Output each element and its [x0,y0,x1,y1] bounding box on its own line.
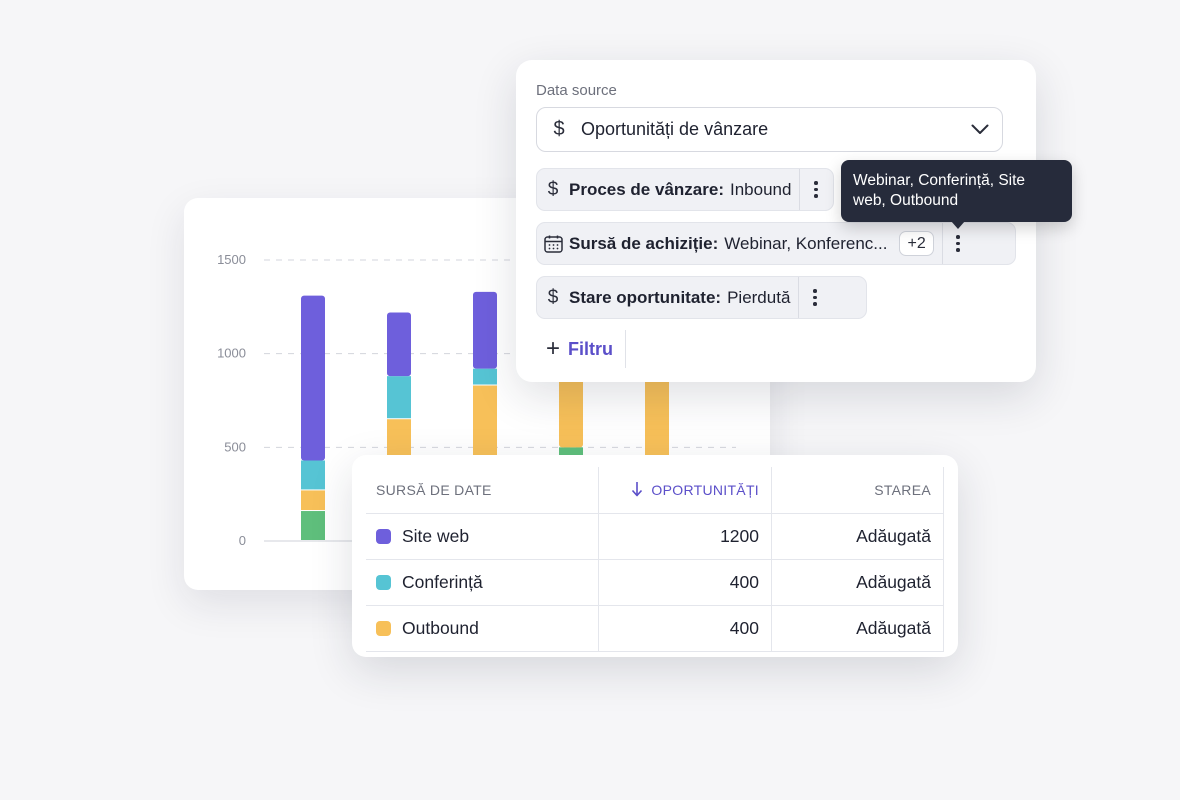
y-tick-label: 500 [224,439,246,454]
add-filter-label: Filtru [568,338,614,359]
filter-field: Proces de vânzare [569,179,719,199]
column-header-opportunities[interactable]: OPORTUNITĂȚI [598,467,771,513]
filter-chip-stare[interactable]: $ Stare oportunitate: Pierdută [536,276,867,319]
bar-segment[interactable] [301,490,325,511]
column-header-status[interactable]: STAREA [771,467,944,513]
series-color-swatch [376,529,391,544]
column-header-opportunities-label: OPORTUNITĂȚI [651,482,759,498]
row-value: 400 [598,606,771,651]
y-tick-label: 1000 [217,346,246,361]
row-source: Site web [402,526,470,546]
data-source-select[interactable]: $ Oportunități de vânzare [536,107,1003,152]
row-status: Adăugată [771,606,944,651]
row-source: Conferință [402,572,483,592]
series-color-swatch [376,575,391,590]
data-source-value: Oportunități de vânzare [581,119,769,139]
filter-field: Sursă de achiziție [569,233,713,253]
filter-values-tooltip: Webinar, Conferință, Site web, Outbound [841,160,1072,229]
table-row[interactable]: Outbound 400 Adăugată [366,606,944,652]
bar-segment[interactable] [387,376,411,419]
data-table: SURSĂ DE DATE OPORTUNITĂȚI STAREA Site w… [352,455,958,657]
row-status: Adăugată [771,514,944,559]
chevron-down-icon [958,124,1002,135]
row-status: Adăugată [771,560,944,605]
bar-segment[interactable] [473,291,497,369]
row-value: 1200 [598,514,771,559]
filter-value: Webinar, Konferenc... [724,233,888,253]
row-source: Outbound [402,618,479,638]
more-options-icon[interactable] [799,169,831,210]
table-header: SURSĂ DE DATE OPORTUNITĂȚI STAREA [366,467,944,514]
filter-chip-proces[interactable]: $ Proces de vânzare: Inbound [536,168,834,211]
filter-chip-sursa[interactable]: Sursă de achiziție: Webinar, Konferenc..… [536,222,1016,265]
series-color-swatch [376,621,391,636]
sort-arrow-down-icon [631,481,643,500]
bar-segment[interactable] [473,368,497,385]
dollar-icon: $ [547,286,559,308]
y-tick-label: 0 [239,533,246,548]
dollar-icon: $ [553,118,565,140]
bar-segment[interactable] [301,511,325,540]
y-tick-label: 1500 [217,252,246,267]
plus-icon: + [546,335,561,362]
more-options-icon[interactable] [798,277,830,318]
data-source-label: Data source [536,82,617,99]
row-value: 400 [598,560,771,605]
filter-value: Pierdută [727,287,791,307]
filter-value: Inbound [729,179,792,199]
add-filter-button[interactable]: + Filtru [540,330,627,368]
bar-segment[interactable] [387,312,411,377]
calendar-icon [537,235,569,253]
bar-segment[interactable] [301,460,325,490]
table-row[interactable]: Site web 1200 Adăugată [366,514,944,560]
column-header-source[interactable]: SURSĂ DE DATE [366,467,598,513]
table-row[interactable]: Conferință 400 Adăugată [366,560,944,606]
more-options-icon[interactable] [941,223,974,264]
filter-field: Stare oportunitate [569,287,716,307]
dollar-icon: $ [547,178,559,200]
more-values-badge[interactable]: +2 [899,231,934,256]
bar-segment[interactable] [301,295,325,461]
